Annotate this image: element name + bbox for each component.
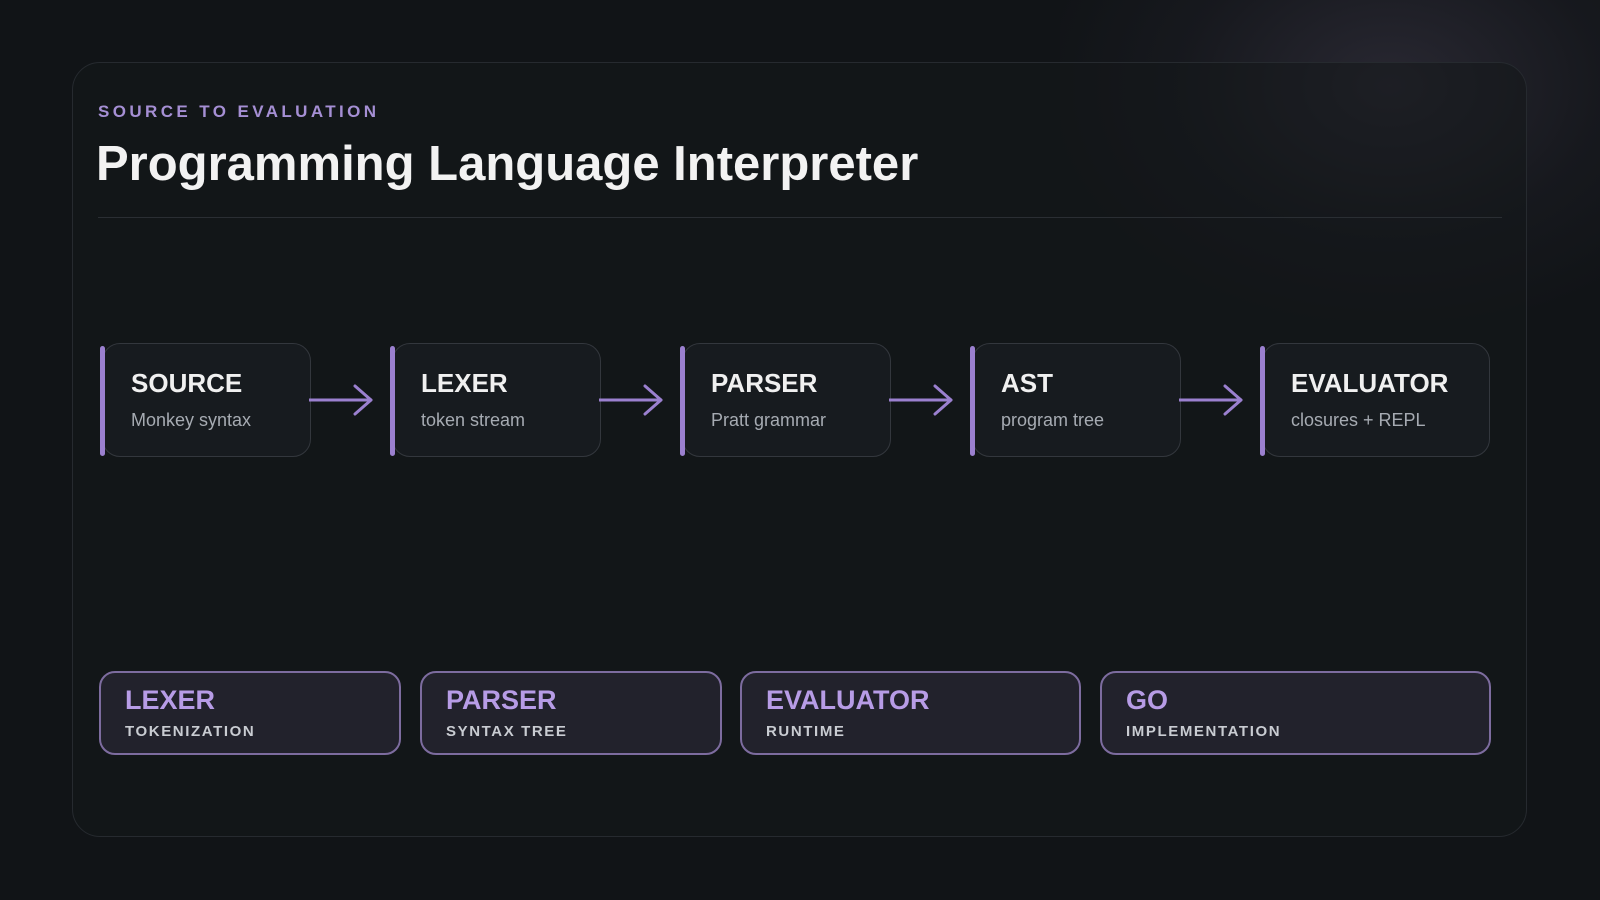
stage-title: LEXER	[421, 368, 508, 398]
tag-title: EVALUATOR	[766, 685, 930, 715]
stage-ast: AST program tree	[970, 343, 1181, 457]
title-divider	[98, 217, 1502, 218]
tag-title: GO	[1126, 685, 1169, 715]
stage-accent-bar	[100, 346, 105, 456]
stage-accent-bar	[1260, 346, 1265, 456]
stage-accent-bar	[970, 346, 975, 456]
stage-parser: PARSER Pratt grammar	[680, 343, 891, 457]
stage-accent-bar	[680, 346, 685, 456]
stage-title: SOURCE	[131, 368, 243, 398]
stage-lexer: LEXER token stream	[390, 343, 601, 457]
tag-subtitle: TOKENIZATION	[125, 723, 256, 740]
stage-evaluator: EVALUATOR closures + REPL	[1260, 343, 1490, 457]
tag-subtitle: IMPLEMENTATION	[1126, 723, 1282, 740]
tag-lexer: LEXER TOKENIZATION	[99, 671, 401, 755]
stage-source: SOURCE Monkey syntax	[100, 343, 311, 457]
arrow-right-icon	[1179, 384, 1243, 416]
stage-subtitle: Pratt grammar	[711, 410, 827, 430]
tag-subtitle: RUNTIME	[766, 723, 846, 740]
tag-evaluator: EVALUATOR RUNTIME	[740, 671, 1081, 755]
arrow-right-icon	[889, 384, 953, 416]
arrow-right-icon	[599, 384, 663, 416]
stage-title: EVALUATOR	[1291, 368, 1449, 398]
arrow-right-icon	[309, 384, 373, 416]
tag-subtitle: SYNTAX TREE	[446, 723, 568, 740]
stage-accent-bar	[390, 346, 395, 456]
tag-title: LEXER	[125, 685, 216, 715]
stage-title: AST	[1001, 368, 1053, 398]
tag-title: PARSER	[446, 685, 557, 715]
stage-subtitle: program tree	[1001, 410, 1105, 430]
tag-go: GO IMPLEMENTATION	[1100, 671, 1491, 755]
tag-parser: PARSER SYNTAX TREE	[420, 671, 722, 755]
stage-subtitle: Monkey syntax	[131, 410, 252, 430]
stage-title: PARSER	[711, 368, 818, 398]
eyebrow-label: SOURCE TO EVALUATION	[98, 102, 380, 121]
stage-subtitle: token stream	[421, 410, 526, 430]
stage-subtitle: closures + REPL	[1291, 410, 1426, 430]
page-title: Programming Language Interpreter	[96, 137, 919, 191]
